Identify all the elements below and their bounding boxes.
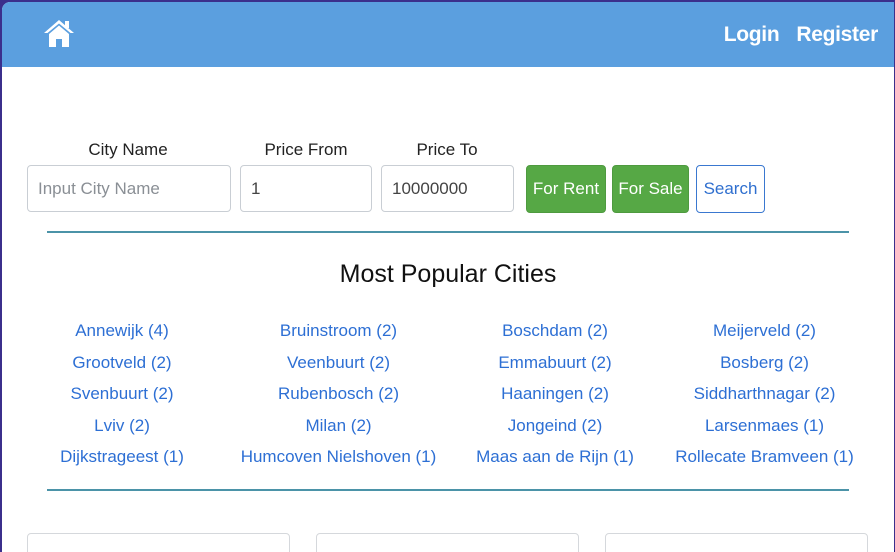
city-link[interactable]: Boschdam (2) (455, 315, 655, 347)
for-sale-button[interactable]: For Sale (612, 165, 689, 213)
divider-top (47, 231, 849, 233)
city-link[interactable]: Jongeind (2) (455, 410, 655, 442)
city-link[interactable]: Lviv (2) (22, 410, 222, 442)
home-icon (44, 20, 74, 47)
page: Login Register City Name Price From Pric… (2, 2, 894, 552)
popular-cities-grid: Annewijk (4) Bruinstroom (2) Boschdam (2… (22, 315, 874, 473)
city-link[interactable]: Veenbuurt (2) (222, 347, 455, 379)
city-link[interactable]: Meijerveld (2) (655, 315, 874, 347)
search-button[interactable]: Search (696, 165, 765, 213)
city-name-label: City Name (88, 140, 168, 159)
listing-card[interactable] (605, 533, 868, 552)
login-link[interactable]: Login (724, 23, 780, 47)
home-link[interactable] (42, 16, 76, 50)
city-link[interactable]: Milan (2) (222, 410, 455, 442)
nav-right: Login Register (724, 2, 879, 67)
city-link[interactable]: Siddharthnagar (2) (655, 378, 874, 410)
popular-cities-title: Most Popular Cities (339, 260, 557, 288)
city-link[interactable]: Svenbuurt (2) (22, 378, 222, 410)
price-to-input[interactable] (381, 165, 514, 212)
for-rent-button[interactable]: For Rent (526, 165, 606, 213)
city-link[interactable]: Rollecate Bramveen (1) (655, 441, 874, 473)
city-link[interactable]: Rubenbosch (2) (222, 378, 455, 410)
city-link[interactable]: Emmabuurt (2) (455, 347, 655, 379)
city-name-input[interactable] (27, 165, 231, 212)
city-link[interactable]: Dijkstrageest (1) (22, 441, 222, 473)
price-to-label: Price To (416, 140, 478, 159)
navbar: Login Register (2, 2, 894, 67)
price-from-input[interactable] (240, 165, 372, 212)
city-link[interactable]: Grootveld (2) (22, 347, 222, 379)
city-link[interactable]: Bruinstroom (2) (222, 315, 455, 347)
city-link[interactable]: Bosberg (2) (655, 347, 874, 379)
city-link[interactable]: Maas aan de Rijn (1) (455, 441, 655, 473)
city-link[interactable]: Annewijk (4) (22, 315, 222, 347)
price-from-label: Price From (264, 140, 348, 159)
register-link[interactable]: Register (796, 23, 878, 47)
listing-card[interactable] (27, 533, 290, 552)
city-link[interactable]: Haaningen (2) (455, 378, 655, 410)
city-link[interactable]: Humcoven Nielshoven (1) (222, 441, 455, 473)
divider-bottom (47, 489, 849, 491)
city-link[interactable]: Larsenmaes (1) (655, 410, 874, 442)
listing-card[interactable] (316, 533, 579, 552)
